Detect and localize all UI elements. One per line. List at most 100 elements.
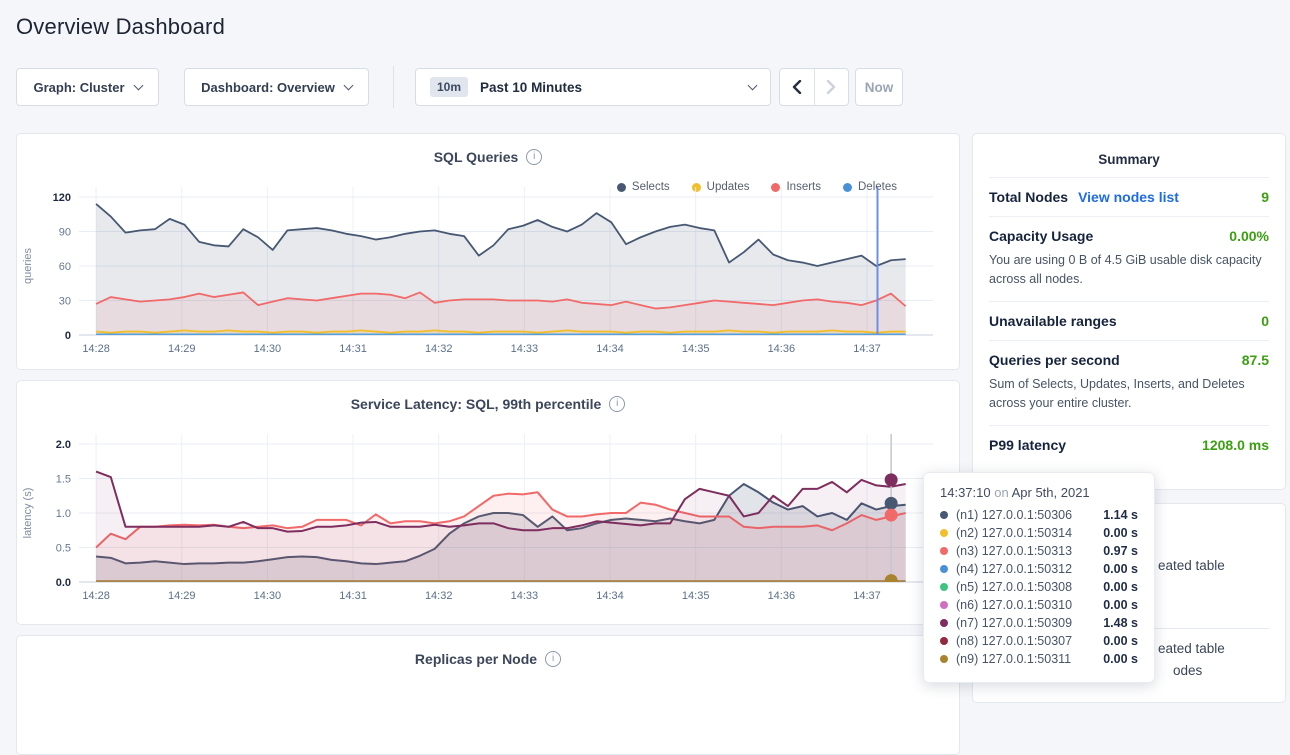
svg-text:14:35: 14:35 [682, 343, 710, 355]
capacity-usage-value: 0.00% [1229, 228, 1269, 244]
node-series-dot-icon [940, 565, 948, 573]
node-latency-value: 0.00 s [1103, 526, 1138, 540]
time-range-badge: 10m [430, 77, 468, 97]
svg-text:30: 30 [59, 296, 71, 308]
node-latency-value: 0.00 s [1103, 634, 1138, 648]
svg-text:14:28: 14:28 [82, 590, 110, 602]
svg-text:0.0: 0.0 [56, 577, 71, 589]
time-window-arrows [779, 68, 849, 106]
svg-text:14:33: 14:33 [511, 590, 539, 602]
tooltip-node-row: (n6) 127.0.0.1:50310 0.00 s [940, 596, 1138, 614]
queries-per-second-value: 87.5 [1242, 352, 1269, 368]
queries-per-second-label: Queries per second [989, 352, 1120, 368]
node-latency-value: 0.00 s [1103, 652, 1138, 666]
summary-row-total-nodes: Total Nodes View nodes list 9 [989, 177, 1269, 216]
node-series-dot-icon [940, 511, 948, 519]
info-icon[interactable] [526, 149, 542, 165]
node-latency-value: 1.48 s [1103, 616, 1138, 630]
node-latency-value: 1.14 s [1103, 508, 1138, 522]
svg-text:120: 120 [53, 192, 71, 204]
now-button[interactable]: Now [855, 68, 903, 106]
service-latency-title: Service Latency: SQL, 99th percentile [17, 381, 959, 412]
svg-text:14:33: 14:33 [511, 343, 539, 355]
replicas-per-node-title: Replicas per Node [17, 636, 959, 667]
node-address: (n4) 127.0.0.1:50312 [956, 562, 1072, 576]
node-address: (n6) 127.0.0.1:50310 [956, 598, 1072, 612]
svg-text:0: 0 [65, 330, 71, 342]
node-address: (n5) 127.0.0.1:50308 [956, 580, 1072, 594]
node-address: (n7) 127.0.0.1:50309 [956, 616, 1072, 630]
info-icon[interactable] [609, 396, 625, 412]
svg-text:1.0: 1.0 [56, 508, 71, 520]
svg-text:60: 60 [59, 261, 71, 273]
tooltip-node-row: (n7) 127.0.0.1:50309 1.48 s [940, 614, 1138, 632]
time-range-label: Past 10 Minutes [480, 80, 582, 95]
event-item[interactable]: eated table [1158, 641, 1225, 656]
svg-text:14:36: 14:36 [768, 590, 796, 602]
svg-text:14:31: 14:31 [339, 343, 367, 355]
svg-text:14:32: 14:32 [425, 343, 453, 355]
summary-row-qps: Queries per second 87.5 Sum of Selects, … [989, 340, 1269, 425]
svg-text:14:37: 14:37 [853, 343, 881, 355]
svg-text:14:31: 14:31 [339, 590, 367, 602]
svg-text:14:32: 14:32 [425, 590, 453, 602]
node-address: (n3) 127.0.0.1:50313 [956, 544, 1072, 558]
svg-text:14:34: 14:34 [596, 590, 624, 602]
svg-text:14:28: 14:28 [82, 343, 110, 355]
node-series-dot-icon [940, 655, 948, 663]
chevron-down-icon [343, 80, 353, 90]
service-latency-panel: Service Latency: SQL, 99th percentile 14… [16, 380, 960, 625]
graph-scope-dropdown[interactable]: Graph: Cluster [16, 68, 159, 106]
total-nodes-value: 9 [1261, 189, 1269, 205]
summary-panel: Summary Total Nodes View nodes list 9 Ca… [972, 133, 1286, 490]
node-latency-value: 0.97 s [1103, 544, 1138, 558]
svg-text:0.5: 0.5 [56, 543, 71, 555]
chevron-left-icon [792, 80, 802, 94]
sql-queries-chart[interactable]: 14:2814:2914:3014:3114:3214:3314:3414:35… [17, 182, 961, 372]
node-latency-value: 0.00 s [1103, 598, 1138, 612]
tooltip-node-row: (n4) 127.0.0.1:50312 0.00 s [940, 560, 1138, 578]
previous-time-window-button[interactable] [780, 69, 814, 105]
service-latency-chart[interactable]: 14:28 14:29 14:30 14:31 14:32 14:33 14:34 14:35… [17, 429, 961, 619]
view-nodes-list-link[interactable]: View nodes list [1078, 189, 1179, 205]
dashboard-label: Dashboard: Overview [201, 80, 335, 95]
node-address: (n8) 127.0.0.1:50307 [956, 634, 1072, 648]
overview-dashboard-page: Overview Dashboard Graph: Cluster Dashbo… [0, 0, 1290, 689]
sql-queries-panel: SQL Queries SelectsUpdatesInsertsDeletes… [16, 133, 960, 370]
svg-text:14:30: 14:30 [254, 590, 282, 602]
graph-scope-label: Graph: Cluster [33, 80, 124, 95]
node-latency-value: 0.00 s [1103, 580, 1138, 594]
summary-row-p99: P99 latency 1208.0 ms [989, 425, 1269, 464]
node-latency-value: 0.00 s [1103, 562, 1138, 576]
queries-per-second-description: Sum of Selects, Updates, Inserts, and De… [989, 375, 1269, 414]
node-address: (n1) 127.0.0.1:50306 [956, 508, 1072, 522]
node-series-dot-icon [940, 583, 948, 591]
node-series-dot-icon [940, 619, 948, 627]
node-address: (n2) 127.0.0.1:50314 [956, 526, 1072, 540]
node-series-dot-icon [940, 601, 948, 609]
time-range-dropdown[interactable]: 10m Past 10 Minutes [415, 68, 771, 106]
tooltip-timestamp: 14:37:10 on Apr 5th, 2021 [940, 485, 1138, 500]
svg-text:14:34: 14:34 [596, 343, 624, 355]
event-item[interactable]: odes [1173, 663, 1202, 678]
dashboard-dropdown[interactable]: Dashboard: Overview [184, 68, 369, 106]
event-item[interactable]: eated table [1158, 558, 1225, 573]
node-series-dot-icon [940, 547, 948, 555]
svg-text:14:29: 14:29 [168, 590, 196, 602]
controls-divider [393, 66, 394, 108]
summary-row-unavailable-ranges: Unavailable ranges 0 [989, 301, 1269, 340]
unavailable-ranges-value: 0 [1261, 313, 1269, 329]
svg-text:14:37: 14:37 [853, 590, 881, 602]
next-time-window-button[interactable] [814, 69, 848, 105]
svg-text:latency (s): latency (s) [22, 488, 34, 539]
chevron-right-icon [826, 80, 836, 94]
tooltip-rows: (n1) 127.0.0.1:50306 1.14 s (n2) 127.0.0.1… [940, 506, 1138, 668]
chart-hover-tooltip: 14:37:10 on Apr 5th, 2021 (n1) 127.0.0.1… [923, 472, 1155, 683]
node-series-dot-icon [940, 529, 948, 537]
info-icon[interactable] [545, 651, 561, 667]
tooltip-node-row: (n3) 127.0.0.1:50313 0.97 s [940, 542, 1138, 560]
svg-text:90: 90 [59, 227, 71, 239]
svg-text:14:35: 14:35 [682, 590, 710, 602]
node-address: (n9) 127.0.0.1:50311 [956, 652, 1071, 666]
p99-latency-value: 1208.0 ms [1202, 437, 1269, 453]
